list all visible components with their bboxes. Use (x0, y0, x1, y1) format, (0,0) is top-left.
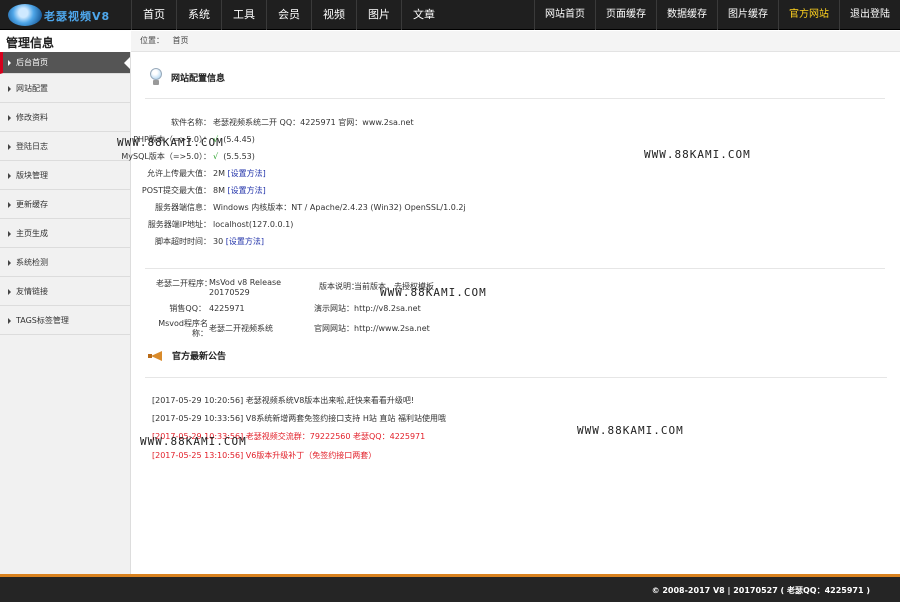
sidebar-item-friend-links[interactable]: 友情链接 (0, 277, 130, 306)
config-row-software: 软件名称： 老瑟视频系统二开 QQ：4225971 官网：www.2sa.net (131, 116, 531, 130)
config-label: 软件名称： (171, 118, 211, 127)
arrow-right-icon (8, 143, 11, 150)
news-section-title: 官方最新公告 (172, 352, 227, 362)
config-section-title: 网站配置信息 (171, 73, 226, 84)
sidebar-item-admin-home[interactable]: 后台首页 (0, 52, 130, 74)
watermark: WWW.88KAMI.COM (644, 148, 751, 161)
sidebar-item-site-config[interactable]: 网站配置 (0, 74, 130, 103)
config-value: 2M (213, 169, 225, 178)
program-name-label: Msvod程序名称： (158, 319, 208, 338)
logo-icon (8, 4, 42, 26)
nav-data-cache[interactable]: 数据缓存 (656, 0, 717, 30)
setting-method-link[interactable]: [设置方法] (228, 169, 266, 178)
config-label: 脚本超时时间： (155, 237, 211, 246)
watermark: WWW.88KAMI.COM (380, 286, 487, 299)
nav-logout[interactable]: 退出登陆 (839, 0, 900, 30)
arrow-right-icon (8, 85, 11, 92)
program-label: 老瑟二开程序： (156, 279, 212, 288)
demo-site-value[interactable]: http://v8.2sa.net (354, 304, 474, 314)
sidebar: 后台首页 网站配置 修改资料 登陆日志 版块管理 更新缓存 主页生成 系统检测 … (0, 52, 131, 574)
top-bar: 老瑟视频V8 首页 系统 工具 会员 视频 图片 文章 网站首页 页面缓存 数据… (0, 0, 900, 30)
main-content: 网站配置信息 软件名称： 老瑟视频系统二开 QQ：4225971 官网：www.… (121, 53, 900, 574)
config-value: 老瑟视频系统二开 QQ：4225971 官网：www.2sa.net (213, 118, 414, 127)
arrow-right-icon (8, 230, 11, 237)
nav-official-site[interactable]: 官方网站 (778, 0, 839, 30)
main-nav: 首页 系统 工具 会员 视频 图片 文章 (131, 0, 446, 30)
nav-image-cache[interactable]: 图片缓存 (717, 0, 778, 30)
news-item[interactable]: [2017-05-25 13:10:56] V6版本升级补丁（免签约接口两套） (152, 450, 376, 462)
nav-tools[interactable]: 工具 (221, 0, 266, 30)
news-item[interactable]: [2017-05-29 10:20:56] 老瑟视频系统V8版本出来啦,赶快来看… (152, 395, 414, 407)
arrow-right-icon (8, 259, 11, 266)
footer: © 2008-2017 V8 | 20170527 ( 老瑟QQ：4225971… (0, 574, 900, 602)
config-value: (5.5.53) (223, 152, 255, 161)
sidebar-item-update-cache[interactable]: 更新缓存 (0, 190, 130, 219)
setting-method-link[interactable]: [设置方法] (226, 237, 264, 246)
config-row-post-max: POST提交最大值： 8M [设置方法] (131, 184, 531, 198)
sidebar-item-section-manage[interactable]: 版块管理 (0, 161, 130, 190)
config-label: 服务器端IP地址： (147, 220, 211, 229)
divider (145, 98, 885, 99)
official-site-label: 官网网站： (314, 324, 354, 333)
config-row-upload-max: 允许上传最大值： 2M [设置方法] (131, 167, 531, 181)
watermark: WWW.88KAMI.COM (140, 435, 247, 448)
config-row-server-info: 服务器端信息： Windows 内核版本：NT / Apache/2.4.23 … (131, 201, 531, 215)
megaphone-icon (148, 350, 164, 362)
config-value: 8M (213, 186, 225, 195)
config-label: 服务器端信息： (155, 203, 211, 212)
sales-qq-label: 销售QQ： (169, 304, 206, 313)
breadcrumb-current[interactable]: 首页 (173, 36, 189, 45)
config-row-mysql: MySQL版本（=>5.0）： √ (5.5.53) (121, 150, 531, 164)
arrow-right-icon (8, 317, 11, 324)
nav-site-home[interactable]: 网站首页 (534, 0, 595, 30)
arrow-right-icon (8, 288, 11, 295)
watermark: WWW.88KAMI.COM (577, 424, 684, 437)
news-section-header: 官方最新公告 (148, 349, 226, 362)
arrow-right-icon (8, 172, 11, 179)
sidebar-item-system-check[interactable]: 系统检测 (0, 248, 130, 277)
logo-text: 老瑟视频V8 (44, 10, 111, 23)
divider (145, 268, 885, 269)
nav-articles[interactable]: 文章 (401, 0, 446, 30)
config-label: 允许上传最大值： (147, 169, 211, 178)
side-title: 管理信息 (0, 31, 131, 52)
sidebar-item-tags-manage[interactable]: TAGS标签管理 (0, 306, 130, 335)
arrow-right-icon (8, 59, 11, 66)
config-label: MySQL版本（=>5.0）： (121, 152, 211, 161)
version-label: 版本说明： (319, 282, 359, 291)
watermark: WWW.88KAMI.COM (117, 136, 224, 149)
arrow-right-icon (8, 201, 11, 208)
breadcrumb-label: 位置： (140, 36, 164, 45)
check-icon: √ (213, 152, 219, 161)
nav-system[interactable]: 系统 (176, 0, 221, 30)
breadcrumb: 位置： 首页 (131, 31, 900, 52)
config-value: localhost(127.0.0.1) (213, 220, 294, 229)
config-section-header: 网站配置信息 (149, 68, 225, 86)
nav-members[interactable]: 会员 (266, 0, 311, 30)
config-label: POST提交最大值： (141, 186, 211, 195)
config-value: (5.4.45) (223, 135, 255, 144)
logo[interactable]: 老瑟视频V8 (8, 4, 132, 26)
config-value: 30 (213, 237, 224, 246)
official-site-value[interactable]: http://www.2sa.net (354, 324, 474, 334)
nav-images[interactable]: 图片 (356, 0, 401, 30)
sidebar-item-edit-profile[interactable]: 修改资料 (0, 103, 130, 132)
divider (145, 377, 887, 378)
demo-site-label: 演示网站： (314, 304, 354, 313)
setting-method-link[interactable]: [设置方法] (228, 186, 266, 195)
news-item[interactable]: [2017-05-29 10:33:56] V8系统新增两套免签约接口支持 H站… (152, 413, 446, 425)
nav-home[interactable]: 首页 (131, 0, 176, 30)
nav-page-cache[interactable]: 页面缓存 (595, 0, 656, 30)
arrow-right-icon (8, 114, 11, 121)
sales-qq-value: 4225971 (209, 304, 245, 313)
config-row-script-timeout: 脚本超时时间： 30 [设置方法] (131, 235, 531, 249)
config-row-server-ip: 服务器端IP地址： localhost(127.0.0.1) (131, 218, 531, 232)
config-value: Windows 内核版本：NT / Apache/2.4.23 (Win32) … (213, 203, 466, 212)
sidebar-item-homepage-generate[interactable]: 主页生成 (0, 219, 130, 248)
lightbulb-icon (149, 68, 163, 86)
right-nav: 网站首页 页面缓存 数据缓存 图片缓存 官方网站 退出登陆 (534, 0, 900, 30)
sidebar-item-login-log[interactable]: 登陆日志 (0, 132, 130, 161)
nav-video[interactable]: 视频 (311, 0, 356, 30)
footer-copyright: © 2008-2017 V8 | 20170527 ( 老瑟QQ：4225971… (651, 586, 870, 595)
